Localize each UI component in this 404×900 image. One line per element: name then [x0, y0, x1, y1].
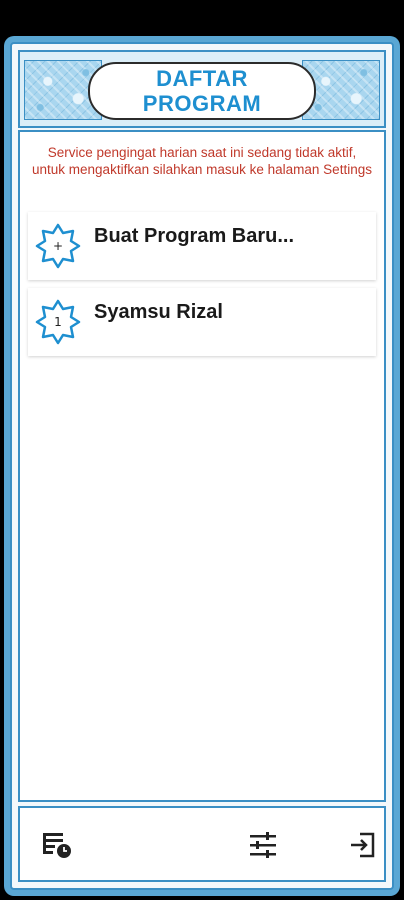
schedule-list-icon — [41, 830, 73, 865]
service-notice[interactable]: Service pengingat harian saat ini sedang… — [30, 144, 374, 178]
badge-text: 1 — [54, 315, 62, 329]
header: DAFTAR PROGRAM — [18, 50, 386, 128]
star-badge-icon: + — [34, 222, 82, 270]
title-line-1: DAFTAR — [156, 66, 248, 91]
program-list-panel: Service pengingat harian saat ini sedang… — [18, 130, 386, 802]
app-panel: DAFTAR PROGRAM Service pengingat harian … — [10, 42, 394, 890]
list-item-new-program[interactable]: + Buat Program Baru... — [28, 212, 376, 280]
logout-icon — [348, 830, 378, 865]
sliders-icon — [248, 831, 278, 864]
star-badge-icon: 1 — [34, 298, 82, 346]
app-frame: DAFTAR PROGRAM Service pengingat harian … — [4, 36, 400, 896]
item-label: Buat Program Baru... — [94, 224, 295, 247]
program-list: + Buat Program Baru... 1 Syamsu Rizal — [28, 212, 376, 364]
settings-button[interactable] — [246, 830, 280, 864]
page-title: DAFTAR PROGRAM — [88, 62, 316, 120]
schedule-list-button[interactable] — [40, 830, 74, 864]
bottom-toolbar — [18, 806, 386, 882]
list-item-program[interactable]: 1 Syamsu Rizal — [28, 288, 376, 356]
badge-text: + — [52, 239, 64, 253]
title-line-2: PROGRAM — [142, 91, 262, 116]
item-label: Syamsu Rizal — [94, 300, 223, 323]
exit-button[interactable] — [346, 830, 380, 864]
